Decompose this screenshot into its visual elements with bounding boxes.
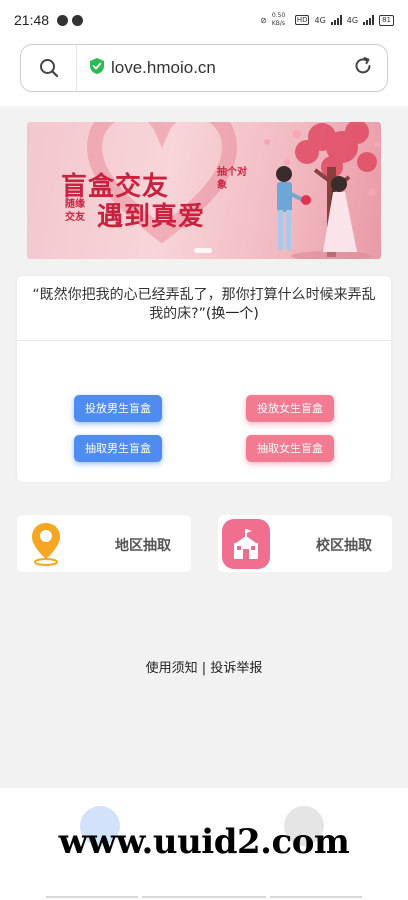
put-female-box-button[interactable]: 投放女生盲盒 — [246, 395, 334, 422]
banner-title-2: 遇到真爱 — [97, 202, 206, 232]
url-text[interactable]: love.hmoio.cn — [111, 58, 216, 78]
status-bar: 21:48 ⊘ 0.50 KB/s HD 4G 4G 81 — [0, 0, 408, 40]
footer-separator: | — [201, 661, 207, 676]
region-draw-label: 地区抽取 — [115, 538, 171, 554]
take-female-box-button[interactable]: 抽取女生盲盒 — [246, 435, 334, 462]
shield-check-icon — [89, 57, 105, 79]
status-time: 21:48 — [14, 12, 50, 28]
hd-badge: HD — [294, 15, 310, 25]
carousel-indicator[interactable] — [194, 248, 212, 253]
refresh-quote-link[interactable]: (换一个) — [206, 306, 259, 322]
nav-indicator-1 — [46, 896, 138, 898]
net1: 4G — [314, 15, 326, 25]
address-bar[interactable]: love.hmoio.cn — [20, 44, 388, 92]
net-speed: 0.50 KB/s — [271, 12, 286, 27]
signal-icon — [330, 15, 342, 25]
signal-icon-2 — [363, 15, 375, 25]
couple-tree-illustration — [264, 122, 380, 259]
nav-indicator-2 — [142, 896, 266, 898]
school-icon — [222, 519, 270, 569]
mute-icon: ⊘ — [260, 15, 267, 25]
footer-links: 使用须知 | 投诉举报 — [0, 657, 408, 676]
search-icon[interactable] — [21, 45, 77, 91]
net2: 4G — [346, 15, 359, 25]
banner-subtitle-2: 随缘交友 — [65, 199, 85, 223]
notification-icon — [57, 14, 69, 26]
put-male-box-button[interactable]: 投放男生盲盒 — [74, 395, 162, 422]
nav-indicator-3 — [270, 896, 362, 898]
campus-draw-card[interactable]: 校区抽取 — [218, 515, 392, 572]
quote-card: “既然你把我的心已经弄乱了，那你打算什么时候来弄乱我的床?”(换一个) 投放男生… — [17, 276, 391, 482]
battery-icon: 81 — [379, 14, 394, 26]
reload-icon[interactable] — [353, 56, 373, 80]
report-link[interactable]: 投诉举报 — [210, 661, 262, 676]
wechat-icon — [72, 14, 84, 26]
card-divider — [17, 340, 391, 341]
watermark: www.uuid2.com — [58, 822, 350, 862]
promo-banner[interactable]: 盲盒交友 抽个对象 随缘交友 遇到真爱 — [27, 122, 381, 259]
campus-draw-label: 校区抽取 — [316, 538, 372, 554]
quote-text: “既然你把我的心已经弄乱了，那你打算什么时候来弄乱我的床?”(换一个) — [17, 286, 391, 324]
region-draw-card[interactable]: 地区抽取 — [17, 515, 191, 572]
status-right: ⊘ 0.50 KB/s HD 4G 4G 81 — [260, 12, 394, 28]
location-pin-icon — [32, 523, 60, 566]
terms-link[interactable]: 使用须知 — [146, 661, 198, 676]
browser-toolbar: love.hmoio.cn — [0, 40, 408, 106]
quote-body: “既然你把我的心已经弄乱了，那你打算什么时候来弄乱我的床?” — [32, 287, 376, 322]
status-notification-icons — [57, 14, 84, 26]
take-male-box-button[interactable]: 抽取男生盲盒 — [74, 435, 162, 462]
